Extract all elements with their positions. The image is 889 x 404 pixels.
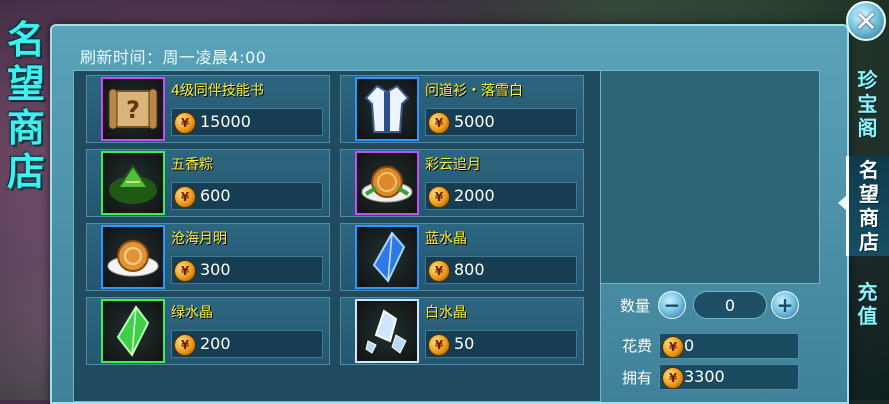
coin-icon: ¥ — [174, 260, 196, 282]
coin-icon: ¥ — [662, 336, 684, 358]
price-bar: ¥ 15000 — [171, 108, 323, 136]
tab-char: 值 — [857, 304, 878, 328]
shop-item[interactable]: 沧海月明 ¥ 300 — [86, 223, 330, 291]
item-name: 问道衫・落雪白 — [425, 83, 523, 99]
price-bar: ¥ 2000 — [425, 182, 577, 210]
cost-label: 花费 — [622, 337, 653, 355]
svg-text:?: ? — [126, 96, 140, 124]
green-crystal-icon — [101, 299, 165, 363]
tab-reputation-shop[interactable]: 名 望 商 店 — [846, 156, 889, 256]
mooncake-plate-icon — [355, 151, 419, 215]
shop-title: 名 望 商 店 — [4, 18, 48, 194]
item-price: 50 — [454, 334, 475, 353]
owned-value: 3300 — [684, 367, 725, 386]
price-bar: ¥ 50 — [425, 330, 577, 358]
item-price: 800 — [454, 260, 485, 279]
title-char: 店 — [6, 150, 45, 194]
item-name: 五香粽 — [171, 157, 213, 173]
item-name: 绿水晶 — [171, 305, 213, 321]
tab-char: 望 — [859, 182, 879, 206]
item-name: 4级同伴技能书 — [171, 83, 264, 99]
item-price: 2000 — [454, 186, 495, 205]
coin-icon: ¥ — [428, 186, 450, 208]
title-char: 望 — [6, 62, 45, 106]
item-detail-area — [600, 70, 820, 284]
quantity-input[interactable]: 0 — [693, 291, 767, 319]
quantity-label: 数量 — [620, 297, 651, 315]
tab-treasure-pavilion[interactable]: 珍 宝 阁 — [846, 68, 889, 148]
item-name: 蓝水晶 — [425, 231, 467, 247]
title-char: 名 — [6, 18, 45, 62]
shop-item[interactable]: 彩云追月 ¥ 2000 — [340, 149, 584, 217]
shop-item[interactable]: 问道衫・落雪白 ¥ 5000 — [340, 75, 584, 143]
shop-item[interactable]: 绿水晶 ¥ 200 — [86, 297, 330, 365]
tab-char: 宝 — [857, 92, 878, 116]
scroll-icon: ? — [101, 77, 165, 141]
coin-icon: ¥ — [174, 186, 196, 208]
tab-char: 珍 — [857, 68, 878, 92]
white-crystal-icon — [355, 299, 419, 363]
tab-arrow-icon — [838, 196, 846, 210]
shop-item[interactable]: 五香粽 ¥ 600 — [86, 149, 330, 217]
item-name: 彩云追月 — [425, 157, 481, 173]
robe-icon — [355, 77, 419, 141]
item-name: 白水晶 — [425, 305, 467, 321]
item-price: 300 — [200, 260, 231, 279]
tab-char: 名 — [859, 158, 879, 182]
coin-icon: ¥ — [428, 112, 450, 134]
zongzi-icon — [101, 151, 165, 215]
side-tabs: 珍 宝 阁 名 望 商 店 充 值 — [846, 60, 889, 400]
coin-icon: ¥ — [174, 112, 196, 134]
coin-icon: ¥ — [428, 260, 450, 282]
item-price: 15000 — [200, 112, 251, 131]
minus-button[interactable]: − — [658, 291, 686, 319]
blue-crystal-icon — [355, 225, 419, 289]
shop-item[interactable]: 蓝水晶 ¥ 800 — [340, 223, 584, 291]
shop-item[interactable]: ? 4级同伴技能书 ¥ 15000 — [86, 75, 330, 143]
price-bar: ¥ 800 — [425, 256, 577, 284]
item-price: 600 — [200, 186, 231, 205]
tab-recharge[interactable]: 充 值 — [846, 280, 889, 336]
owned-field: ¥ 3300 — [659, 364, 799, 390]
mooncake-icon — [101, 225, 165, 289]
cost-field: ¥ 0 — [659, 333, 799, 359]
tab-char: 阁 — [857, 116, 878, 140]
coin-icon: ¥ — [662, 367, 684, 389]
item-name: 沧海月明 — [171, 231, 227, 247]
shop-item[interactable]: 白水晶 ¥ 50 — [340, 297, 584, 365]
plus-button[interactable]: + — [771, 291, 799, 319]
item-grid: ? 4级同伴技能书 ¥ 15000 问道衫・落雪白 ¥ 5000 五香粽 ¥ 6… — [73, 70, 601, 402]
price-bar: ¥ 300 — [171, 256, 323, 284]
refresh-time: 刷新时间：周一凌晨4:00 — [80, 48, 267, 67]
title-char: 商 — [6, 106, 45, 150]
item-price: 200 — [200, 334, 231, 353]
cost-value: 0 — [684, 336, 695, 355]
item-price: 5000 — [454, 112, 495, 131]
price-bar: ¥ 600 — [171, 182, 323, 210]
coin-icon: ¥ — [174, 334, 196, 356]
tab-char: 充 — [857, 280, 878, 304]
price-bar: ¥ 5000 — [425, 108, 577, 136]
owned-label: 拥有 — [622, 369, 653, 387]
coin-icon: ¥ — [428, 334, 450, 356]
close-button[interactable]: ✕ — [846, 1, 886, 41]
tab-char: 商 — [859, 206, 879, 230]
price-bar: ¥ 200 — [171, 330, 323, 358]
tab-char: 店 — [859, 230, 879, 254]
